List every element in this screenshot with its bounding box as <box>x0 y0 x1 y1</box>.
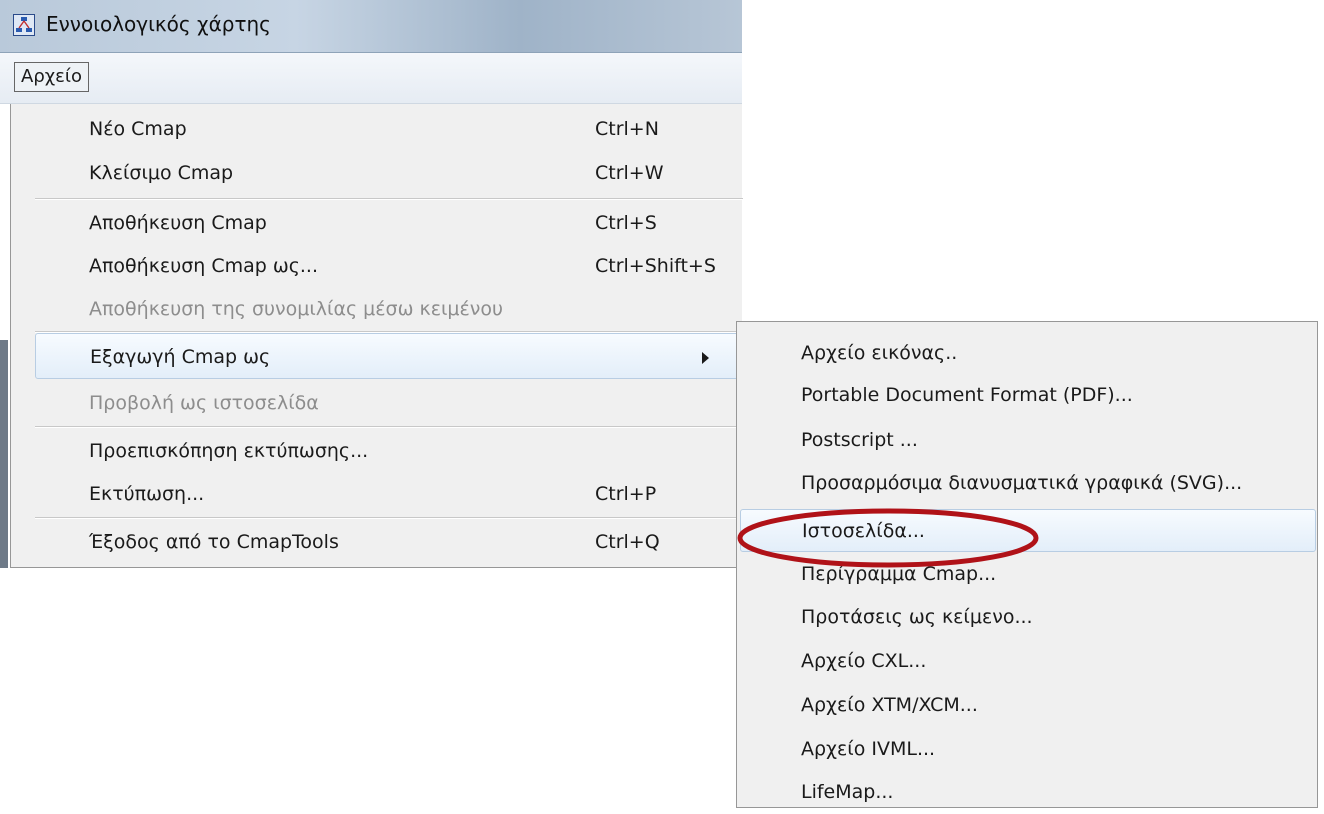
menu-item-label: Αποθήκευση της συνομιλίας μέσω κειμένου <box>89 298 504 320</box>
submenu-item-ivml-file[interactable]: Αρχείο IVML... <box>737 728 1317 771</box>
window-title: Εννοιολογικός χάρτης <box>46 12 271 36</box>
menu-item-label: Αποθήκευση Cmap <box>89 212 267 234</box>
menu-item-view-as-webpage: Προβολή ως ιστοσελίδα <box>11 380 741 426</box>
menu-item-print[interactable]: Εκτύπωση... Ctrl+P <box>11 471 741 517</box>
submenu-item-pdf[interactable]: Portable Document Format (PDF)... <box>737 374 1317 417</box>
window-left-edge <box>0 340 8 568</box>
submenu-item-label: Αρχείο εικόνας.. <box>801 342 958 364</box>
menu-item-close-cmap[interactable]: Κλείσιμο Cmap Ctrl+W <box>11 150 741 196</box>
menu-item-export-cmap-as[interactable]: Εξαγωγή Cmap ως <box>35 333 743 379</box>
submenu-item-label: Αρχείο CXL... <box>801 650 927 672</box>
submenu-item-cmap-outline[interactable]: Περίγραμμα Cmap... <box>737 553 1317 596</box>
submenu-item-label: Προτάσεις ως κείμενο... <box>801 606 1033 628</box>
menu-item-save-chat-text: Αποθήκευση της συνομιλίας μέσω κειμένου <box>11 286 741 332</box>
submenu-item-propositions-text[interactable]: Προτάσεις ως κείμενο... <box>737 596 1317 639</box>
menu-item-label: Νέο Cmap <box>89 118 187 140</box>
submenu-item-postscript[interactable]: Postscript ... <box>737 419 1317 462</box>
submenu-item-image-file[interactable]: Αρχείο εικόνας.. <box>737 332 1317 375</box>
submenu-item-label: Αρχείο IVML... <box>801 738 936 760</box>
menu-item-label: Εξαγωγή Cmap ως <box>90 346 271 368</box>
submenu-item-label: LifeMap... <box>801 781 894 803</box>
menu-item-shortcut: Ctrl+Q <box>595 531 660 553</box>
export-submenu: Αρχείο εικόνας.. Portable Document Forma… <box>736 321 1318 808</box>
menu-item-shortcut: Ctrl+N <box>595 118 659 140</box>
submenu-item-webpage[interactable]: Ιστοσελίδα... <box>740 509 1316 552</box>
file-menu-dropdown: Νέο Cmap Ctrl+N Κλείσιμο Cmap Ctrl+W Απο… <box>10 104 743 568</box>
menu-file[interactable]: Αρχείο <box>14 62 89 92</box>
menu-item-label: Έξοδος από το CmapTools <box>89 531 339 553</box>
menu-item-label: Αποθήκευση Cmap ως... <box>89 255 319 277</box>
menu-item-shortcut: Ctrl+S <box>595 212 657 234</box>
menu-item-label: Κλείσιμο Cmap <box>89 162 234 184</box>
menu-item-label: Προβολή ως ιστοσελίδα <box>89 392 319 414</box>
submenu-item-label: Ιστοσελίδα... <box>802 520 925 542</box>
cmap-app-icon <box>13 14 35 36</box>
window-titlebar[interactable]: Εννοιολογικός χάρτης <box>0 0 742 53</box>
menu-item-new-cmap[interactable]: Νέο Cmap Ctrl+N <box>11 106 741 152</box>
menu-item-save-cmap[interactable]: Αποθήκευση Cmap Ctrl+S <box>11 200 741 246</box>
menu-item-shortcut: Ctrl+Shift+S <box>595 255 716 277</box>
submenu-item-cxl-file[interactable]: Αρχείο CXL... <box>737 640 1317 683</box>
menu-item-shortcut: Ctrl+W <box>595 162 664 184</box>
menu-item-label: Προεπισκόπηση εκτύπωσης... <box>89 440 369 462</box>
submenu-arrow-icon <box>702 352 709 364</box>
submenu-item-label: Περίγραμμα Cmap... <box>801 563 997 585</box>
menu-item-shortcut: Ctrl+P <box>595 483 657 505</box>
submenu-item-svg[interactable]: Προσαρμόσιμα διανυσματικά γραφικά (SVG).… <box>737 462 1317 505</box>
submenu-item-label: Προσαρμόσιμα διανυσματικά γραφικά (SVG).… <box>801 472 1243 494</box>
submenu-item-label: Αρχείο XTM/XCM... <box>801 694 978 716</box>
menu-item-print-preview[interactable]: Προεπισκόπηση εκτύπωσης... <box>11 428 741 474</box>
submenu-item-label: Portable Document Format (PDF)... <box>801 384 1133 406</box>
submenu-item-xtm-xcm-file[interactable]: Αρχείο XTM/XCM... <box>737 684 1317 727</box>
menu-item-save-cmap-as[interactable]: Αποθήκευση Cmap ως... Ctrl+Shift+S <box>11 243 741 289</box>
menu-item-label: Εκτύπωση... <box>89 483 205 505</box>
menubar <box>0 53 742 104</box>
menu-item-exit[interactable]: Έξοδος από το CmapTools Ctrl+Q <box>11 519 741 565</box>
submenu-item-lifemap[interactable]: LifeMap... <box>737 771 1317 814</box>
submenu-item-label: Postscript ... <box>801 429 918 451</box>
